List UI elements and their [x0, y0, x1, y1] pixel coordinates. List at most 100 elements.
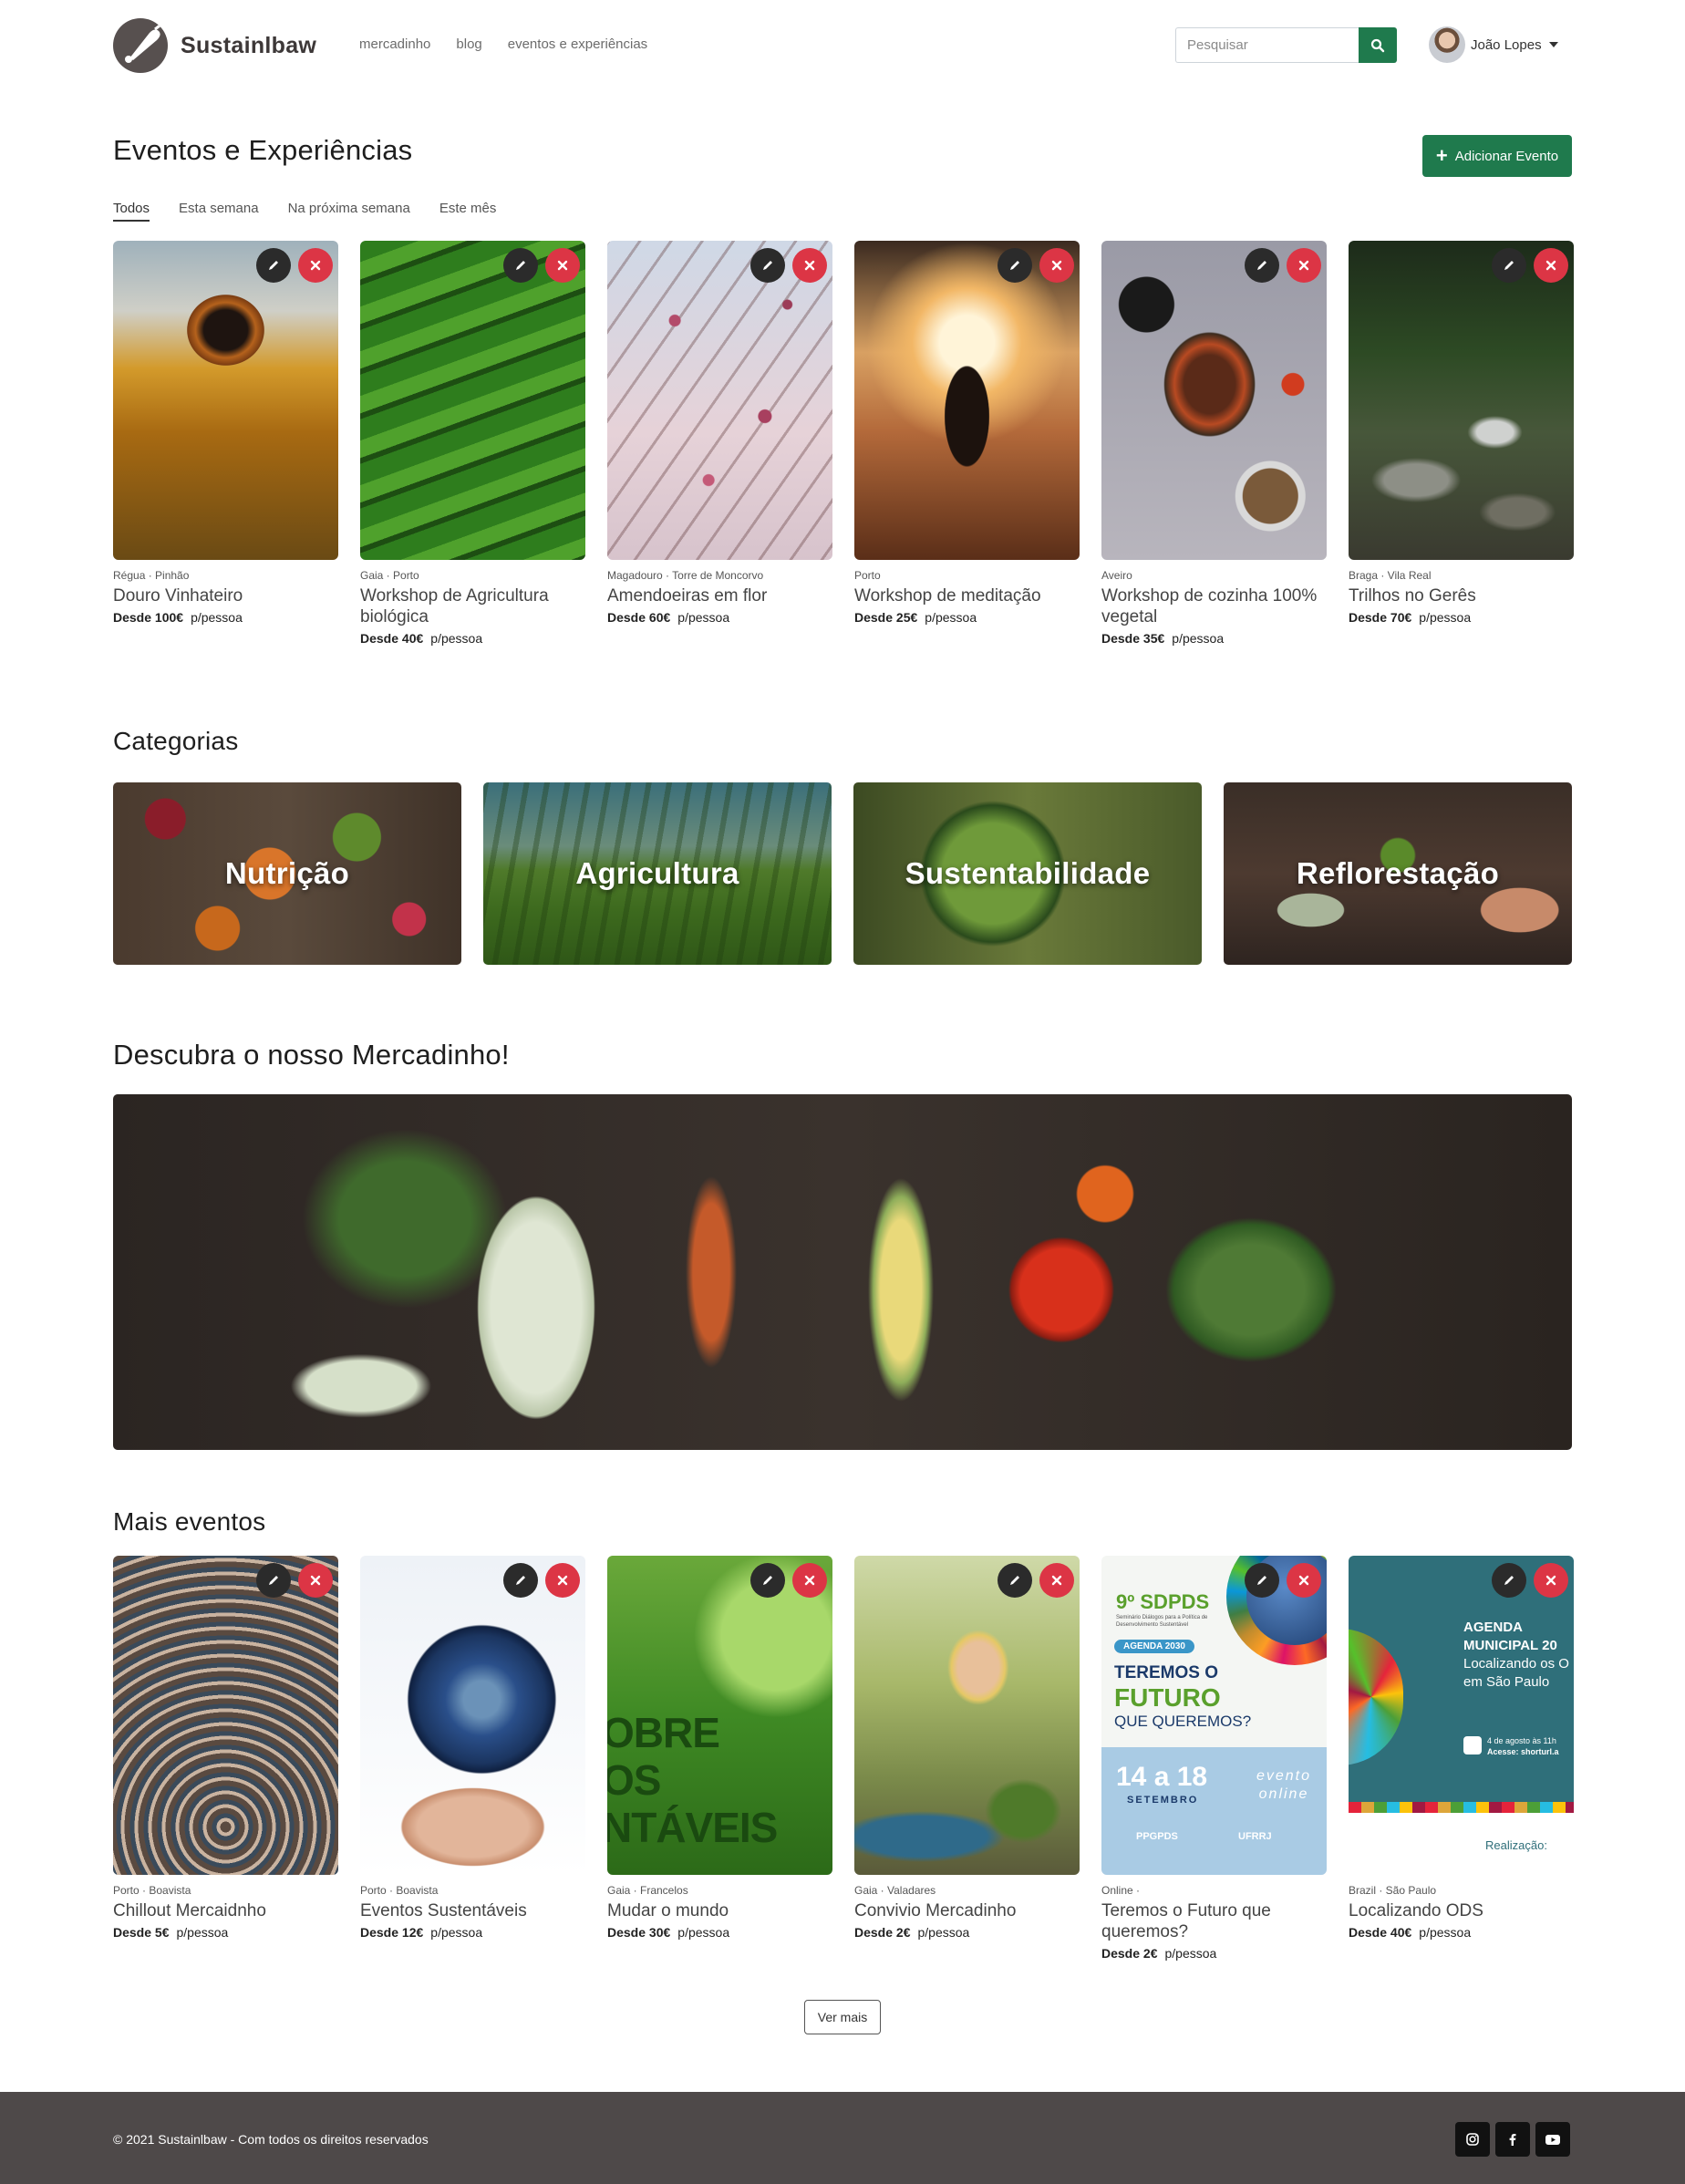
event-card[interactable]: Porto · Boavista Eventos Sustentáveis De… [360, 1556, 585, 1961]
event-card[interactable]: Aveiro Workshop de cozinha 100% vegetal … [1101, 241, 1327, 646]
event-price: Desde 25€ p/pessoa [854, 610, 977, 625]
delete-button[interactable] [545, 1563, 580, 1598]
event-title: Localizando ODS [1349, 1901, 1483, 1920]
poster-line2: MUNICIPAL 20 [1463, 1638, 1557, 1653]
edit-button[interactable] [503, 1563, 538, 1598]
facebook-icon [1509, 2134, 1516, 2146]
delete-button[interactable] [298, 248, 333, 283]
delete-button[interactable] [1534, 1563, 1568, 1598]
search-input[interactable] [1175, 27, 1359, 63]
main-nav: mercadinho blog eventos e experiências [359, 36, 673, 52]
poster-line1: AGENDA [1463, 1620, 1524, 1635]
delete-button[interactable] [1039, 1563, 1074, 1598]
edit-button[interactable] [1245, 1563, 1279, 1598]
event-location: Braga · Vila Real [1349, 569, 1432, 582]
edit-button[interactable] [998, 1563, 1032, 1598]
categories-title: Categorias [113, 727, 239, 755]
edit-button[interactable] [1492, 248, 1526, 283]
brand-name: Sustainlbaw [181, 32, 317, 58]
poster-line4: em São Paulo [1463, 1674, 1550, 1690]
nav-eventos[interactable]: eventos e experiências [508, 36, 647, 52]
delete-button[interactable] [1039, 248, 1074, 283]
event-card[interactable]: Braga · Vila Real Trilhos no Gerês Desde… [1349, 241, 1574, 646]
delete-button[interactable] [1287, 248, 1321, 283]
event-image-earth [360, 1556, 585, 1875]
event-title: Convivio Mercadinho [854, 1901, 1017, 1920]
brand-logo-icon [113, 18, 168, 73]
event-card[interactable]: AGENDA MUNICIPAL 20 Localizando os O em … [1349, 1556, 1574, 1961]
edit-button[interactable] [750, 1563, 785, 1598]
instagram-button[interactable] [1455, 2122, 1490, 2157]
event-card[interactable]: Porto · Boavista Chillout Mercaidnho Des… [113, 1556, 338, 1961]
pencil-icon [1257, 1576, 1266, 1585]
poster-subtitle: Seminário Diálogos para a Política de De… [1116, 1615, 1208, 1628]
close-icon [1298, 260, 1309, 271]
filter-esta-semana[interactable]: Esta semana [179, 201, 259, 222]
event-card[interactable]: Magadouro · Torre de Moncorvo Amendoeira… [607, 241, 832, 646]
delete-button[interactable] [545, 248, 580, 283]
event-price: Desde 2€ p/pessoa [854, 1925, 970, 1940]
pencil-icon [1010, 261, 1019, 270]
event-card[interactable]: Porto Workshop de meditação Desde 25€ p/p… [854, 241, 1080, 646]
event-cards: Régua · Pinhão Douro Vinhateiro Desde 10… [113, 241, 1574, 646]
event-image-chillout [113, 1556, 338, 1875]
edit-button[interactable] [503, 248, 538, 283]
close-icon [310, 1575, 321, 1586]
category-label: Sustentabilidade [905, 856, 1151, 890]
event-title: Workshop de cozinha 100% vegetal [1101, 586, 1318, 626]
category-list: Nutrição Agricultura Sustentabilidade Re… [113, 782, 1572, 965]
poster-line3: Localizando os O [1463, 1656, 1569, 1672]
pencil-icon [1504, 1576, 1514, 1585]
sdg-strip [1349, 1802, 1574, 1813]
see-more-button[interactable]: Ver mais [804, 2000, 881, 2034]
filter-proxima-semana[interactable]: Na próxima semana [288, 201, 410, 222]
delete-button[interactable] [1534, 248, 1568, 283]
more-event-cards: Porto · Boavista Chillout Mercaidnho Des… [113, 1556, 1574, 1961]
event-card[interactable]: Régua · Pinhão Douro Vinhateiro Desde 10… [113, 241, 338, 646]
delete-button[interactable] [792, 1563, 827, 1598]
pencil-icon [763, 1576, 772, 1585]
caret-down-icon [1548, 42, 1558, 47]
delete-button[interactable] [792, 248, 827, 283]
edit-button[interactable] [750, 248, 785, 283]
search-button[interactable] [1359, 27, 1397, 63]
brand[interactable]: Sustainlbaw [113, 18, 316, 73]
nav-blog[interactable]: blog [456, 36, 481, 52]
category-nutricao[interactable]: Nutrição [113, 782, 461, 965]
delete-button[interactable] [1287, 1563, 1321, 1598]
poster-edition: 9º SDPDS [1116, 1590, 1210, 1613]
event-location: Online · [1101, 1884, 1141, 1897]
filter-todos[interactable]: Todos [113, 201, 150, 222]
poster-dates: 14 a 18 [1116, 1762, 1208, 1792]
edit-button[interactable] [1245, 248, 1279, 283]
nav-mercadinho[interactable]: mercadinho [359, 36, 430, 52]
user-menu[interactable]: João Lopes [1429, 26, 1558, 63]
category-agricultura[interactable]: Agricultura [483, 782, 832, 965]
add-event-button[interactable]: + Adicionar Evento [1422, 135, 1572, 177]
market-banner-image[interactable] [113, 1094, 1572, 1450]
event-title: Amendoeiras em flor [607, 586, 768, 606]
filter-este-mes[interactable]: Este mês [439, 201, 497, 222]
category-reflorestacao[interactable]: Reflorestação [1224, 782, 1572, 965]
event-card[interactable]: Gaia · Porto Workshop de Agricultura bio… [360, 241, 585, 646]
event-card[interactable]: 9º SDPDS Seminário Diálogos para a Polít… [1101, 1556, 1327, 1961]
delete-button[interactable] [298, 1563, 333, 1598]
event-location: Gaia · Francelos [607, 1884, 688, 1897]
event-price: Desde 30€ p/pessoa [607, 1925, 730, 1940]
edit-button[interactable] [998, 248, 1032, 283]
close-icon [1051, 1575, 1062, 1586]
facebook-button[interactable] [1495, 2122, 1530, 2157]
edit-button[interactable] [256, 1563, 291, 1598]
category-sustentabilidade[interactable]: Sustentabilidade [853, 782, 1202, 965]
youtube-button[interactable] [1535, 2122, 1570, 2157]
event-image-geres [1349, 241, 1574, 560]
event-card[interactable]: OBRE OS NTÁVEIS Gaia · Francelos Mudar o… [607, 1556, 832, 1961]
user-name: João Lopes [1471, 36, 1542, 53]
poster-tag: AGENDA 2030 [1114, 1640, 1194, 1653]
event-card[interactable]: Gaia · Valadares Convivio Mercadinho Des… [854, 1556, 1080, 1961]
edit-button[interactable] [256, 248, 291, 283]
event-location: Magadouro · Torre de Moncorvo [607, 569, 764, 582]
edit-button[interactable] [1492, 1563, 1526, 1598]
event-price: Desde 2€ p/pessoa [1101, 1946, 1217, 1961]
category-label: Agricultura [575, 856, 739, 890]
